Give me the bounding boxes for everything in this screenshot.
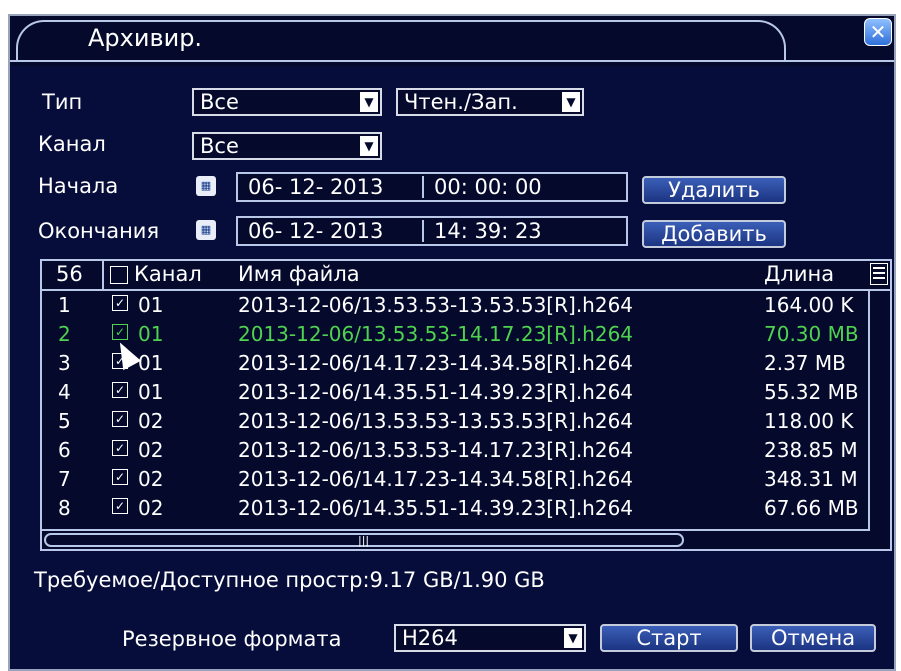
grip-icon: ||| xyxy=(358,534,370,547)
length-header: Длина xyxy=(764,262,835,286)
row-number: 8 xyxy=(58,496,71,520)
row-channel: 01 xyxy=(138,351,164,375)
channel-select[interactable]: Все ▼ xyxy=(192,132,382,160)
type-label: Тип xyxy=(42,90,83,114)
row-number: 5 xyxy=(58,409,71,433)
select-all-checkbox[interactable] xyxy=(110,262,134,286)
title-bar: Архивир. ✕ xyxy=(10,16,894,66)
row-length: 164.00 K xyxy=(764,293,854,317)
table-row[interactable]: 2 ✓ 01 2013-12-06/13.53.53-14.17.23[R].h264… xyxy=(42,320,870,349)
row-number: 7 xyxy=(58,467,71,491)
row-filename: 2013-12-06/13.53.53-13.53.53[R].h264 xyxy=(238,409,634,433)
type-select[interactable]: Все ▼ xyxy=(192,88,382,116)
row-number: 1 xyxy=(58,293,71,317)
calendar-icon[interactable]: ▦ xyxy=(196,176,216,196)
datetime-divider xyxy=(422,220,424,242)
start-datetime-field[interactable]: 06- 12- 2013 00: 00: 00 xyxy=(236,172,628,202)
row-length: 70.30 MB xyxy=(764,322,859,346)
archive-dialog: Архивир. ✕ Тип Все ▼ Чтен./Зап. ▼ Канал … xyxy=(8,14,896,671)
title-divider xyxy=(10,60,894,62)
storage-info: Требуемое/Доступное простр:9.17 GB/1.90 … xyxy=(34,568,545,592)
start-button[interactable]: Старт xyxy=(600,624,738,652)
dialog-title: Архивир. xyxy=(88,24,203,52)
start-date[interactable]: 06- 12- 2013 xyxy=(248,175,383,199)
mode-select[interactable]: Чтен./Зап. ▼ xyxy=(396,88,584,116)
row-length: 118.00 K xyxy=(764,409,854,433)
row-filename: 2013-12-06/14.17.23-14.34.58[R].h264 xyxy=(238,467,634,491)
add-button[interactable]: Добавить xyxy=(642,220,786,248)
filename-header: Имя файла xyxy=(238,262,360,286)
datetime-divider xyxy=(422,176,424,198)
table-row[interactable]: 4 ✓ 01 2013-12-06/14.35.51-14.39.23[R].h264… xyxy=(42,378,870,407)
row-channel: 02 xyxy=(138,409,164,433)
chevron-down-icon: ▼ xyxy=(360,92,378,112)
menu-icon[interactable] xyxy=(870,263,888,285)
delete-button[interactable]: Удалить xyxy=(642,176,786,204)
table-row[interactable]: 8 ✓ 02 2013-12-06/14.35.51-14.39.23[R].h264… xyxy=(42,494,870,523)
end-datetime-field[interactable]: 06- 12- 2013 14: 39: 23 xyxy=(236,216,628,246)
row-filename: 2013-12-06/13.53.53-13.53.53[R].h264 xyxy=(238,293,634,317)
row-channel: 02 xyxy=(138,438,164,462)
row-channel: 02 xyxy=(138,467,164,491)
table-row[interactable]: 3 ✓ 01 2013-12-06/14.17.23-14.34.58[R].h264… xyxy=(42,349,870,378)
row-filename: 2013-12-06/14.35.51-14.39.23[R].h264 xyxy=(238,496,634,520)
end-label: Окончания xyxy=(38,219,160,243)
end-time[interactable]: 14: 39: 23 xyxy=(434,219,542,243)
calendar-icon[interactable]: ▦ xyxy=(196,220,216,240)
file-table: 56 Канал Имя файла Длина 1 ✓ 01 2013-12-06/… xyxy=(40,259,892,551)
start-label: Начала xyxy=(38,174,119,198)
scrollbar-thumb[interactable]: ||| xyxy=(44,533,684,547)
row-length: 67.66 MB xyxy=(764,496,859,520)
row-number: 4 xyxy=(58,380,71,404)
row-filename: 2013-12-06/13.53.53-14.17.23[R].h264 xyxy=(238,322,634,346)
row-channel: 02 xyxy=(138,496,164,520)
row-channel: 01 xyxy=(138,293,164,317)
cancel-button[interactable]: Отмена xyxy=(750,624,876,652)
row-filename: 2013-12-06/14.35.51-14.39.23[R].h264 xyxy=(238,380,634,404)
horizontal-scrollbar[interactable]: ||| xyxy=(42,529,870,549)
row-length: 348.31 M xyxy=(764,467,858,491)
start-time[interactable]: 00: 00: 00 xyxy=(434,175,542,199)
row-number: 2 xyxy=(58,322,71,346)
chevron-down-icon: ▼ xyxy=(562,92,580,112)
format-select-value: H264 xyxy=(402,626,458,650)
format-select[interactable]: H264 ▼ xyxy=(394,624,586,652)
chevron-down-icon: ▼ xyxy=(360,136,378,156)
row-channel: 01 xyxy=(138,380,164,404)
table-row[interactable]: 1 ✓ 01 2013-12-06/13.53.53-13.53.53[R].h264… xyxy=(42,291,870,320)
table-row[interactable]: 6 ✓ 02 2013-12-06/13.53.53-14.17.23[R].h264… xyxy=(42,436,870,465)
chevron-down-icon: ▼ xyxy=(564,628,582,648)
vertical-scrollbar[interactable] xyxy=(868,289,890,551)
table-header: 56 Канал Имя файла Длина xyxy=(42,261,890,291)
row-channel: 01 xyxy=(138,322,164,346)
count-header: 56 xyxy=(56,262,83,286)
row-number: 3 xyxy=(58,351,71,375)
close-icon[interactable]: ✕ xyxy=(864,18,892,46)
column-divider xyxy=(102,261,104,289)
format-label: Резервное формата xyxy=(122,627,342,651)
channel-select-value: Все xyxy=(200,134,239,158)
row-length: 238.85 M xyxy=(764,438,858,462)
table-row[interactable]: 7 ✓ 02 2013-12-06/14.17.23-14.34.58[R].h264… xyxy=(42,465,870,494)
type-select-value: Все xyxy=(200,90,239,114)
end-date[interactable]: 06- 12- 2013 xyxy=(248,219,383,243)
row-number: 6 xyxy=(58,438,71,462)
file-list: 1 ✓ 01 2013-12-06/13.53.53-13.53.53[R].h264… xyxy=(42,291,870,523)
row-length: 55.32 MB xyxy=(764,380,859,404)
row-filename: 2013-12-06/13.53.53-14.17.23[R].h264 xyxy=(238,438,634,462)
mode-select-value: Чтен./Зап. xyxy=(404,90,518,114)
channel-label: Канал xyxy=(38,132,106,156)
table-row[interactable]: 5 ✓ 02 2013-12-06/13.53.53-13.53.53[R].h264… xyxy=(42,407,870,436)
row-length: 2.37 MB xyxy=(764,351,846,375)
row-filename: 2013-12-06/14.17.23-14.34.58[R].h264 xyxy=(238,351,634,375)
channel-header: Канал xyxy=(134,262,202,286)
